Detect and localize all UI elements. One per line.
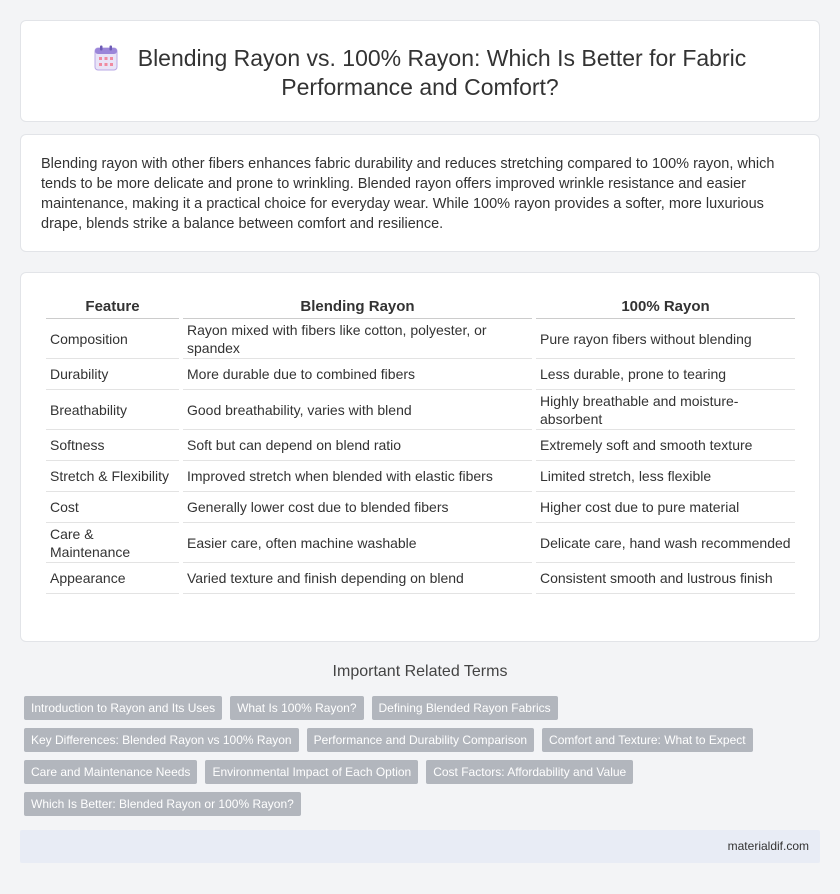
related-terms-title: Important Related Terms: [332, 663, 508, 680]
blend-cell: Improved stretch when blended with elast…: [183, 461, 532, 492]
tag-link[interactable]: Care and Maintenance Needs: [24, 760, 198, 784]
tag-link[interactable]: Environmental Impact of Each Option: [205, 760, 419, 784]
feature-cell: Softness: [46, 430, 179, 461]
related-terms-tags: Introduction to Rayon and Its Uses What …: [24, 696, 784, 824]
tag-link[interactable]: Cost Factors: Affordability and Value: [426, 760, 634, 784]
table-row: Appearance Varied texture and finish dep…: [46, 563, 795, 594]
page-title: Blending Rayon vs. 100% Rayon: Which Is …: [21, 44, 819, 102]
pure-cell: Delicate care, hand wash recommended: [536, 523, 795, 563]
feature-cell: Cost: [46, 492, 179, 523]
header-blending-rayon: Blending Rayon: [183, 295, 532, 319]
tag-link[interactable]: Introduction to Rayon and Its Uses: [24, 696, 223, 720]
feature-cell: Appearance: [46, 563, 179, 594]
pure-cell: Pure rayon fibers without blending: [536, 319, 795, 359]
comparison-card: Feature Blending Rayon 100% Rayon Compos…: [20, 272, 820, 642]
comparison-table: Feature Blending Rayon 100% Rayon Compos…: [42, 295, 799, 594]
tag-link[interactable]: Comfort and Texture: What to Expect: [542, 728, 753, 752]
feature-cell: Composition: [46, 319, 179, 359]
pure-cell: Less durable, prone to tearing: [536, 359, 795, 390]
tag-link[interactable]: Which Is Better: Blended Rayon or 100% R…: [24, 792, 301, 816]
site-name[interactable]: materialdif.com: [728, 839, 809, 853]
header-feature: Feature: [46, 295, 179, 319]
pure-cell: Higher cost due to pure material: [536, 492, 795, 523]
blend-cell: Good breathability, varies with blend: [183, 390, 532, 430]
tag-row: Introduction to Rayon and Its Uses What …: [24, 696, 784, 720]
blend-cell: Rayon mixed with fibers like cotton, pol…: [183, 319, 532, 359]
title-line-2: Performance and Comfort?: [281, 74, 559, 100]
table-row: Durability More durable due to combined …: [46, 359, 795, 390]
pure-cell: Extremely soft and smooth texture: [536, 430, 795, 461]
tag-row: Key Differences: Blended Rayon vs 100% R…: [24, 728, 784, 752]
feature-cell: Stretch & Flexibility: [46, 461, 179, 492]
header-card: Blending Rayon vs. 100% Rayon: Which Is …: [20, 20, 820, 122]
tag-link[interactable]: What Is 100% Rayon?: [230, 696, 364, 720]
footer: materialdif.com: [20, 830, 820, 863]
table-row: Cost Generally lower cost due to blended…: [46, 492, 795, 523]
blend-cell: Soft but can depend on blend ratio: [183, 430, 532, 461]
table-row: Composition Rayon mixed with fibers like…: [46, 319, 795, 359]
table-row: Softness Soft but can depend on blend ra…: [46, 430, 795, 461]
intro-card: Blending rayon with other fibers enhance…: [20, 134, 820, 252]
intro-paragraph: Blending rayon with other fibers enhance…: [41, 156, 775, 232]
blend-cell: Varied texture and finish depending on b…: [183, 563, 532, 594]
pure-cell: Limited stretch, less flexible: [536, 461, 795, 492]
blend-cell: Easier care, often machine washable: [183, 523, 532, 563]
table-row: Stretch & Flexibility Improved stretch w…: [46, 461, 795, 492]
feature-cell: Care & Maintenance: [46, 523, 179, 563]
feature-cell: Durability: [46, 359, 179, 390]
header-100-rayon: 100% Rayon: [536, 295, 795, 319]
blend-cell: More durable due to combined fibers: [183, 359, 532, 390]
tag-link[interactable]: Performance and Durability Comparison: [306, 728, 535, 752]
calendar-icon: [94, 45, 118, 71]
pure-cell: Highly breathable and moisture-absorbent: [536, 390, 795, 430]
table-header-row: Feature Blending Rayon 100% Rayon: [46, 295, 795, 319]
tag-row: Care and Maintenance Needs Environmental…: [24, 760, 784, 784]
feature-cell: Breathability: [46, 390, 179, 430]
table-row: Breathability Good breathability, varies…: [46, 390, 795, 430]
tag-row: Which Is Better: Blended Rayon or 100% R…: [24, 792, 784, 816]
blend-cell: Generally lower cost due to blended fibe…: [183, 492, 532, 523]
pure-cell: Consistent smooth and lustrous finish: [536, 563, 795, 594]
title-line-1: Blending Rayon vs. 100% Rayon: Which Is …: [137, 45, 747, 71]
table-row: Care & Maintenance Easier care, often ma…: [46, 523, 795, 563]
tag-link[interactable]: Defining Blended Rayon Fabrics: [371, 696, 558, 720]
tag-link[interactable]: Key Differences: Blended Rayon vs 100% R…: [24, 728, 299, 752]
